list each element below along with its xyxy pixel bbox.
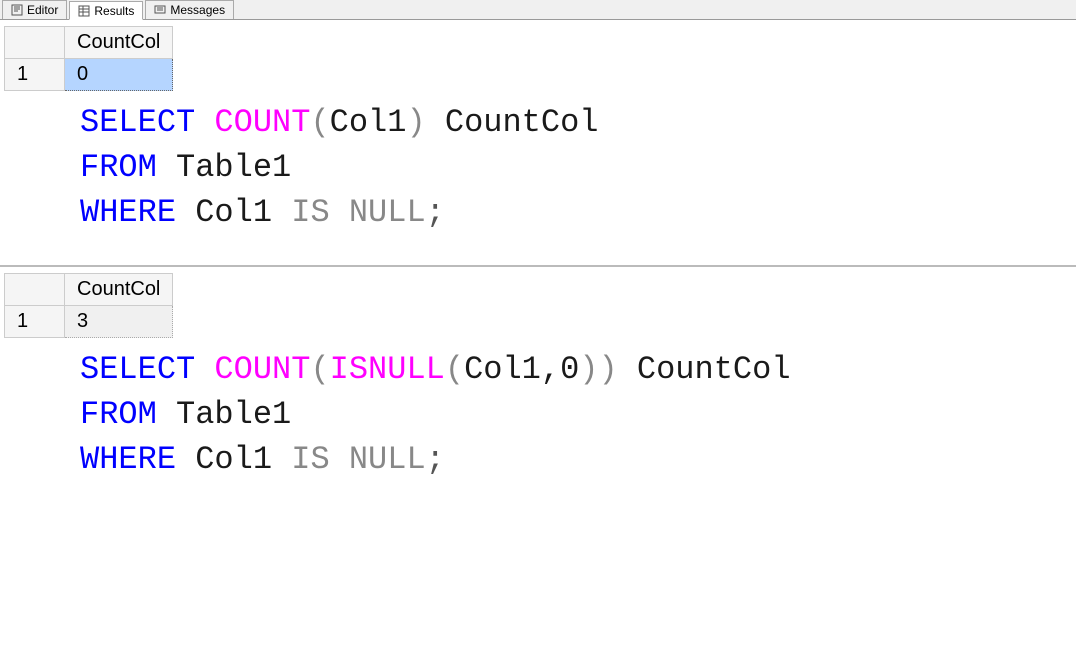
- tab-messages[interactable]: Messages: [145, 0, 234, 19]
- result-panel-2: CountCol 1 3 SELECT COUNT(ISNULL(Col1,0)…: [0, 273, 1076, 512]
- sql-function: COUNT: [214, 351, 310, 388]
- sql-semi: ;: [426, 194, 445, 231]
- result-grid-1: CountCol 1 0: [4, 26, 173, 91]
- sql-alias: CountCol: [426, 104, 599, 141]
- sql-operator: IS: [291, 441, 329, 478]
- tab-messages-label: Messages: [170, 3, 225, 17]
- grid-corner: [5, 27, 65, 59]
- tab-results[interactable]: Results: [69, 1, 143, 20]
- sql-function: COUNT: [214, 104, 310, 141]
- sql-paren: (: [310, 351, 329, 388]
- row-number[interactable]: 1: [5, 59, 65, 91]
- sql-keyword: SELECT: [80, 104, 195, 141]
- editor-icon: [11, 4, 23, 16]
- sql-operator: NULL: [349, 194, 426, 231]
- sql-identifier: Col1: [330, 104, 407, 141]
- cell-value[interactable]: 0: [65, 59, 173, 91]
- sql-keyword: SELECT: [80, 351, 195, 388]
- sql-operator: IS: [291, 194, 329, 231]
- sql-keyword: FROM: [80, 149, 157, 186]
- column-header[interactable]: CountCol: [65, 27, 173, 59]
- tab-bar: Editor Results Messages: [0, 0, 1076, 20]
- cell-value[interactable]: 3: [65, 306, 173, 338]
- sql-alias: CountCol: [618, 351, 791, 388]
- sql-semi: ;: [426, 441, 445, 478]
- sql-table: Table1: [157, 149, 291, 186]
- column-header[interactable]: CountCol: [65, 274, 173, 306]
- tab-editor[interactable]: Editor: [2, 0, 67, 19]
- sql-table: Table1: [157, 396, 291, 433]
- sql-paren: ): [598, 351, 617, 388]
- sql-keyword: FROM: [80, 396, 157, 433]
- result-grid-2: CountCol 1 3: [4, 273, 173, 338]
- sql-identifier: Col1: [176, 441, 291, 478]
- sql-query-1: SELECT COUNT(Col1) CountCol FROM Table1 …: [0, 91, 1076, 265]
- tab-results-label: Results: [94, 4, 134, 18]
- sql-paren: ): [406, 104, 425, 141]
- sql-keyword: WHERE: [80, 194, 176, 231]
- messages-icon: [154, 4, 166, 16]
- results-icon: [78, 5, 90, 17]
- sql-paren: ): [579, 351, 598, 388]
- sql-query-2: SELECT COUNT(ISNULL(Col1,0)) CountCol FR…: [0, 338, 1076, 512]
- grid-corner: [5, 274, 65, 306]
- sql-keyword: WHERE: [80, 441, 176, 478]
- sql-function: ISNULL: [330, 351, 445, 388]
- sql-paren: (: [445, 351, 464, 388]
- sql-identifier: Col1: [176, 194, 291, 231]
- panel-divider: [0, 265, 1076, 267]
- tab-editor-label: Editor: [27, 3, 58, 17]
- result-panel-1: CountCol 1 0 SELECT COUNT(Col1) CountCol…: [0, 26, 1076, 265]
- sql-operator: NULL: [349, 441, 426, 478]
- sql-paren: (: [310, 104, 329, 141]
- row-number[interactable]: 1: [5, 306, 65, 338]
- sql-args: Col1,0: [464, 351, 579, 388]
